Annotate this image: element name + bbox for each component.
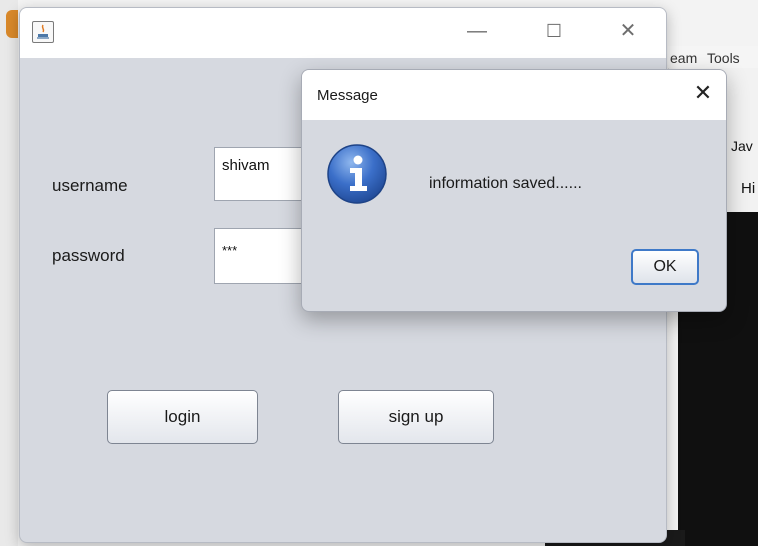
close-button[interactable]: ✕	[612, 19, 644, 43]
window-titlebar: — ☐ ✕	[20, 8, 666, 58]
ide-menu-item[interactable]: eam	[670, 50, 697, 66]
dialog-close-button[interactable]: ✕	[690, 80, 716, 106]
dialog-title: Message	[317, 87, 378, 104]
ide-menu-item-tools[interactable]: Tools	[707, 50, 740, 66]
ide-tab-jav[interactable]: Jav	[731, 138, 753, 154]
ide-logo-icon	[6, 10, 18, 38]
message-dialog: Message ✕ information saved...... OK	[301, 69, 727, 312]
java-app-icon	[32, 21, 54, 43]
dialog-titlebar: Message ✕	[302, 70, 726, 120]
ide-tab-hi[interactable]: Hi	[741, 180, 755, 197]
username-value: shivam	[222, 157, 270, 174]
password-label: password	[52, 246, 125, 265]
ide-left-strip	[0, 0, 18, 546]
password-value: ***	[222, 243, 238, 258]
ide-menu-bar: eam Tools	[668, 46, 758, 68]
minimize-button[interactable]: —	[461, 19, 493, 43]
info-icon	[326, 143, 388, 205]
dialog-message: information saved......	[429, 175, 582, 192]
login-button[interactable]: login	[107, 390, 258, 444]
maximize-button[interactable]: ☐	[538, 19, 570, 43]
username-label: username	[52, 176, 128, 195]
ok-button[interactable]: OK	[631, 249, 699, 285]
signup-button[interactable]: sign up	[338, 390, 494, 444]
